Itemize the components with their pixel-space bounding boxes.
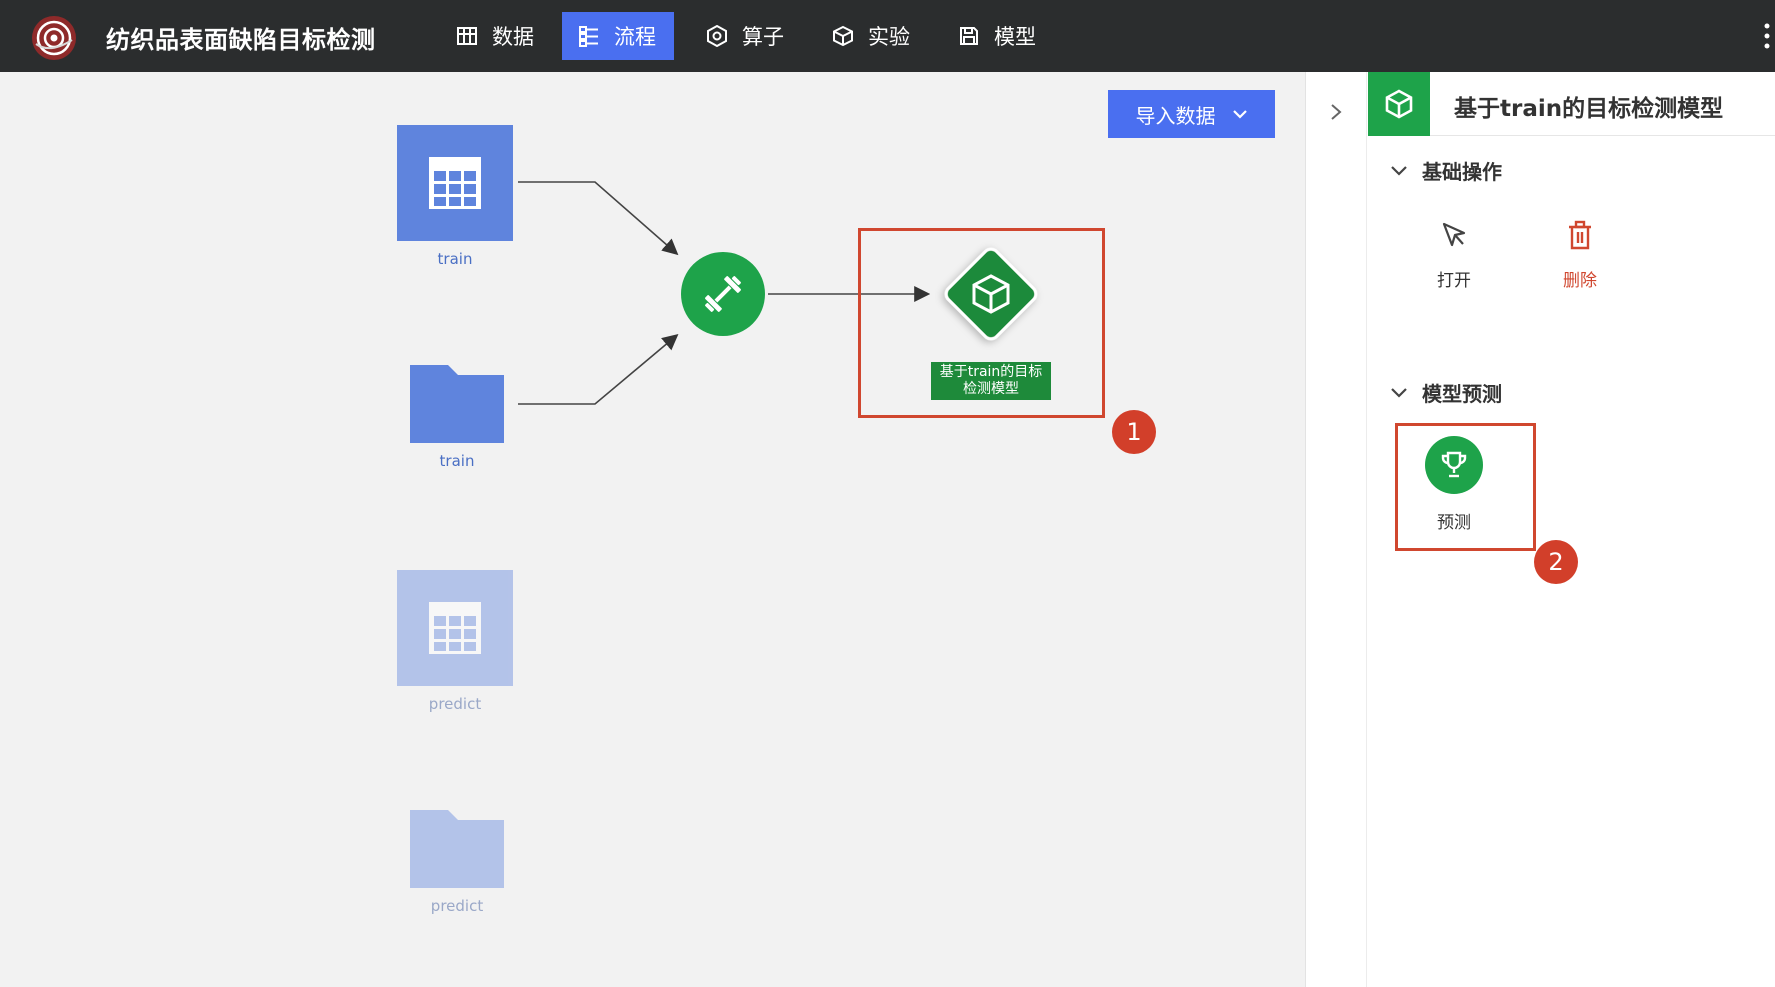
app-logo-icon	[30, 14, 78, 62]
training-operator-node[interactable]	[681, 252, 765, 336]
folder-icon	[410, 365, 504, 443]
predict-folder-label: predict	[430, 897, 484, 915]
panel-collapse-toggle[interactable]	[1306, 72, 1367, 987]
edge-train-table-to-train	[518, 181, 679, 256]
nav-experiment-label: 实验	[868, 25, 910, 49]
import-data-button[interactable]: 导入数据	[1108, 90, 1275, 138]
dumbbell-icon	[705, 276, 741, 312]
open-label: 打开	[1437, 271, 1471, 291]
nav-data[interactable]: 数据	[440, 12, 552, 60]
panel-title: 基于train的目标检测模型	[1454, 96, 1724, 122]
properties-panel: 基于train的目标检测模型	[1305, 72, 1775, 987]
nav-operator[interactable]: 算子	[690, 12, 802, 60]
nav-operator-label: 算子	[742, 25, 784, 49]
train-table-label: train	[437, 250, 473, 268]
chevron-right-icon	[1331, 104, 1342, 120]
section-model-predict-label: 模型预测	[1422, 382, 1502, 406]
more-menu-icon[interactable]	[1763, 22, 1771, 50]
step-badge-2: 2	[1534, 540, 1578, 584]
train-folder-node[interactable]	[410, 365, 504, 447]
predict-folder-node[interactable]	[410, 810, 504, 892]
import-data-label: 导入数据	[1135, 103, 1216, 128]
save-icon	[960, 27, 978, 45]
section-model-predict[interactable]: 模型预测	[1390, 378, 1502, 407]
nav-experiment[interactable]: 实验	[816, 12, 928, 60]
flow-icon	[579, 26, 598, 47]
trash-icon	[1569, 220, 1591, 250]
section-basic-ops[interactable]: 基础操作	[1390, 156, 1502, 185]
panel-header: 基于train的目标检测模型	[1368, 72, 1775, 136]
predict-table-node[interactable]	[397, 570, 513, 686]
operator-icon	[707, 25, 727, 47]
train-table-node[interactable]	[397, 125, 513, 241]
workflow-canvas[interactable]: 导入数据 train train predict predict 基于train…	[0, 72, 1305, 987]
cursor-icon	[1442, 222, 1466, 247]
cube-icon	[833, 25, 853, 47]
delete-button[interactable]: 删除	[1540, 220, 1620, 291]
highlight-box-predict	[1395, 423, 1536, 551]
chevron-down-icon	[1391, 165, 1407, 176]
folder-icon	[410, 810, 504, 888]
table-grid-icon	[429, 602, 481, 654]
table-icon	[457, 27, 477, 45]
predict-table-label: predict	[428, 695, 482, 713]
train-folder-label: train	[439, 452, 475, 470]
top-bar: 纺织品表面缺陷目标检测 数据 流程 算子 实验 模型	[0, 0, 1775, 72]
chevron-down-icon	[1391, 387, 1407, 398]
cube-icon	[1368, 72, 1430, 136]
app-title: 纺织品表面缺陷目标检测	[106, 26, 376, 54]
nav-model[interactable]: 模型	[942, 12, 1054, 60]
highlight-box-model	[858, 228, 1105, 418]
nav-model-label: 模型	[994, 25, 1036, 49]
chevron-down-icon	[1232, 110, 1247, 119]
delete-label: 删除	[1563, 271, 1597, 291]
edge-connectors	[518, 181, 931, 405]
nav-data-label: 数据	[492, 25, 534, 49]
step-badge-1: 1	[1112, 410, 1156, 454]
nav-flow[interactable]: 流程	[562, 12, 674, 60]
nav-flow-label: 流程	[614, 25, 656, 49]
open-button[interactable]: 打开	[1414, 220, 1494, 291]
edge-train-folder-to-train	[518, 333, 679, 405]
section-basic-ops-label: 基础操作	[1422, 160, 1502, 184]
table-grid-icon	[429, 157, 481, 209]
